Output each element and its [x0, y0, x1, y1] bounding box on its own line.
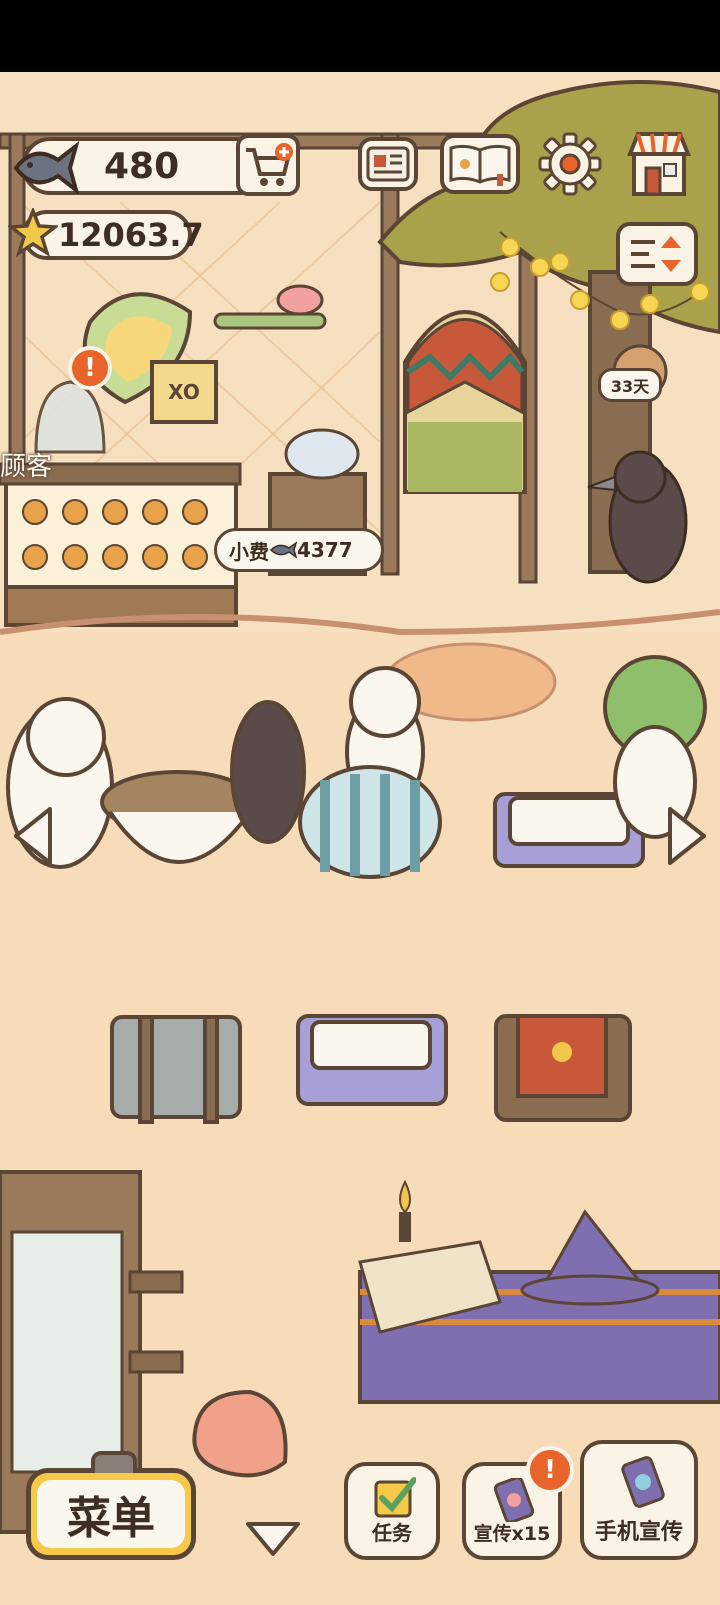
news-icon	[366, 146, 410, 182]
star-score: 12063.7	[58, 216, 204, 254]
promote-alert-badge: !	[526, 1446, 574, 1494]
shop-button[interactable]	[622, 130, 696, 200]
shop-icon	[627, 132, 691, 196]
menu-button[interactable]: 菜单	[26, 1451, 196, 1560]
recipe-book-icon	[449, 144, 511, 186]
tip-bubble[interactable]: 小费 4377	[214, 528, 384, 572]
cafe-scene: XO 顾客 小费 4377 33天	[0, 72, 720, 1605]
phone-promote-label: 手机宣传	[594, 1520, 683, 1545]
status-bar	[0, 0, 720, 72]
tip-label: 小费	[229, 539, 269, 564]
svg-text:XO: XO	[168, 380, 200, 404]
gear-icon	[538, 132, 602, 196]
phone-icon	[621, 1456, 665, 1508]
chevron-down-icon	[246, 1522, 300, 1556]
sort-toggle-button[interactable]	[616, 222, 698, 286]
promote-label: 宣传x15	[473, 1523, 551, 1545]
menu-label: 菜单	[37, 1480, 185, 1548]
event-days-label: 33天	[598, 368, 662, 402]
checklist-icon	[374, 1477, 416, 1518]
news-button[interactable]	[358, 137, 418, 191]
customer-label: 顾客	[0, 452, 53, 482]
arrow-right-icon	[668, 807, 706, 865]
cafe-background: XO	[0, 72, 720, 1605]
recipe-book-button[interactable]	[440, 134, 520, 194]
collapse-button[interactable]	[244, 1520, 302, 1558]
settings-button[interactable]	[538, 132, 602, 196]
phone-promote-button[interactable]: 手机宣传	[580, 1440, 698, 1560]
cat-alert-badge[interactable]: !	[68, 346, 112, 390]
cart-plus-icon	[246, 143, 293, 186]
sort-toggle-icon	[631, 236, 681, 272]
fish-icon	[269, 541, 297, 559]
star-icon	[8, 208, 58, 258]
tip-amount: 4377	[297, 538, 353, 562]
buy-fish-button[interactable]	[236, 134, 300, 196]
tasks-button[interactable]: 任务	[344, 1462, 440, 1560]
fish-count: 480	[104, 145, 180, 187]
prev-room-button[interactable]	[10, 805, 54, 867]
clipboard-clip	[91, 1451, 137, 1473]
tasks-label: 任务	[372, 1521, 412, 1545]
arrow-left-icon	[14, 807, 52, 865]
next-room-button[interactable]	[666, 805, 710, 867]
fish-icon	[13, 140, 80, 194]
